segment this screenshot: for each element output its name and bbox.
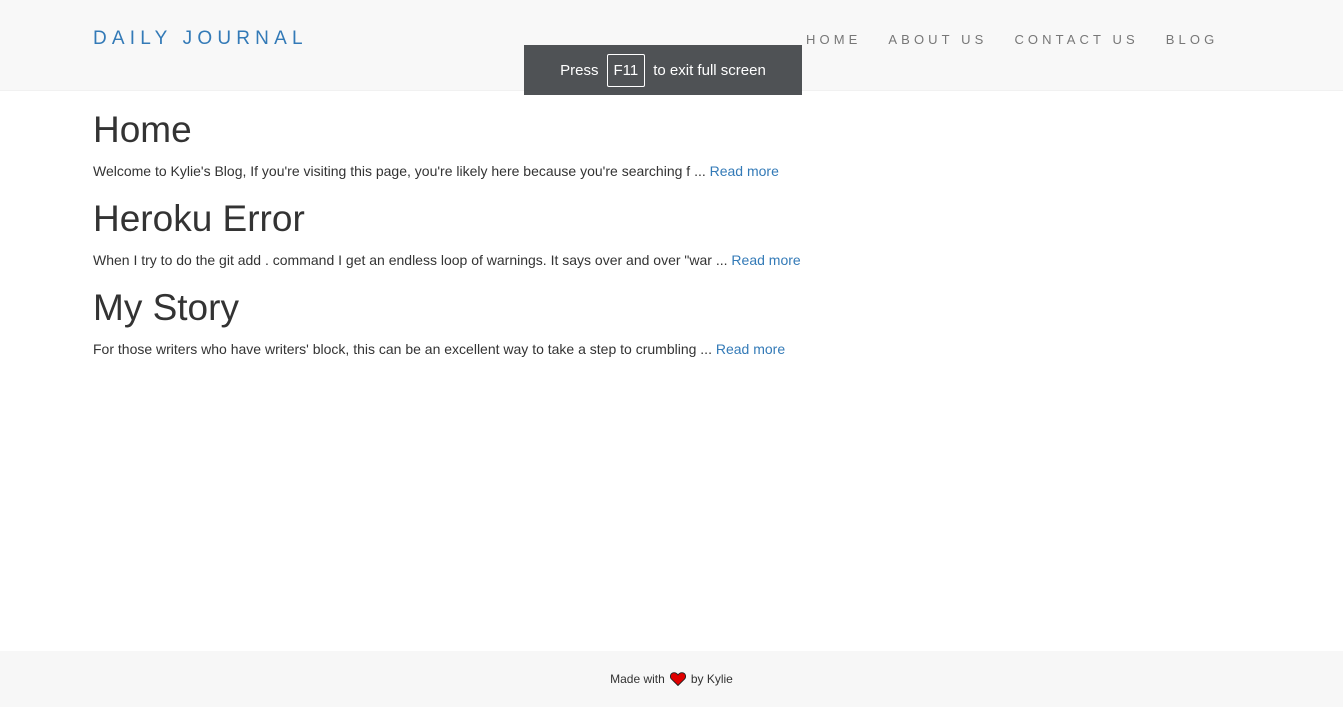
nav-link-contact-us[interactable]: CONTACT US [1014, 32, 1138, 47]
post-title: Home [93, 109, 192, 150]
post-excerpt: When I try to do the git add . command I… [93, 252, 728, 268]
post-item: Heroku Error When I try to do the git ad… [93, 192, 1243, 281]
post-item: Home Welcome to Kylie's Blog, If you're … [93, 103, 1243, 192]
post-excerpt: Welcome to Kylie's Blog, If you're visit… [93, 163, 706, 179]
fullscreen-notice-suffix: to exit full screen [653, 61, 766, 79]
post-title: My Story [93, 287, 239, 328]
fullscreen-exit-notice: Press F11 to exit full screen [524, 45, 802, 95]
nav-link-about-us[interactable]: ABOUT US [888, 32, 987, 47]
f11-key-badge: F11 [606, 53, 646, 87]
read-more-link[interactable]: Read more [731, 252, 800, 268]
nav-item-blog: BLOG [1166, 32, 1246, 47]
footer: Made with by Kylie [0, 651, 1343, 707]
post-excerpt: For those writers who have writers' bloc… [93, 341, 712, 357]
post-title: Heroku Error [93, 198, 305, 239]
nav-link-home[interactable]: HOME [806, 32, 861, 47]
nav-link-blog[interactable]: BLOG [1166, 32, 1219, 47]
post-excerpt-row: For those writers who have writers' bloc… [93, 339, 1243, 359]
post-item: My Story For those writers who have writ… [93, 281, 1243, 370]
nav-item-contact-us: CONTACT US [1014, 32, 1165, 47]
fullscreen-notice-prefix: Press [560, 61, 599, 79]
post-excerpt-row: Welcome to Kylie's Blog, If you're visit… [93, 161, 1243, 181]
brand-logo-link[interactable]: DAILY JOURNAL [93, 28, 308, 50]
post-list: Home Welcome to Kylie's Blog, If you're … [93, 103, 1243, 370]
read-more-link[interactable]: Read more [710, 163, 779, 179]
post-excerpt-row: When I try to do the git add . command I… [93, 250, 1243, 270]
nav-item-about-us: ABOUT US [888, 32, 1014, 47]
footer-prefix: Made with [610, 672, 665, 686]
heart-icon [669, 672, 686, 687]
read-more-link[interactable]: Read more [716, 341, 785, 357]
footer-suffix: by Kylie [690, 672, 733, 686]
nav-menu: HOME ABOUT US CONTACT US BLOG [806, 32, 1245, 47]
nav-item-home: HOME [806, 32, 888, 47]
